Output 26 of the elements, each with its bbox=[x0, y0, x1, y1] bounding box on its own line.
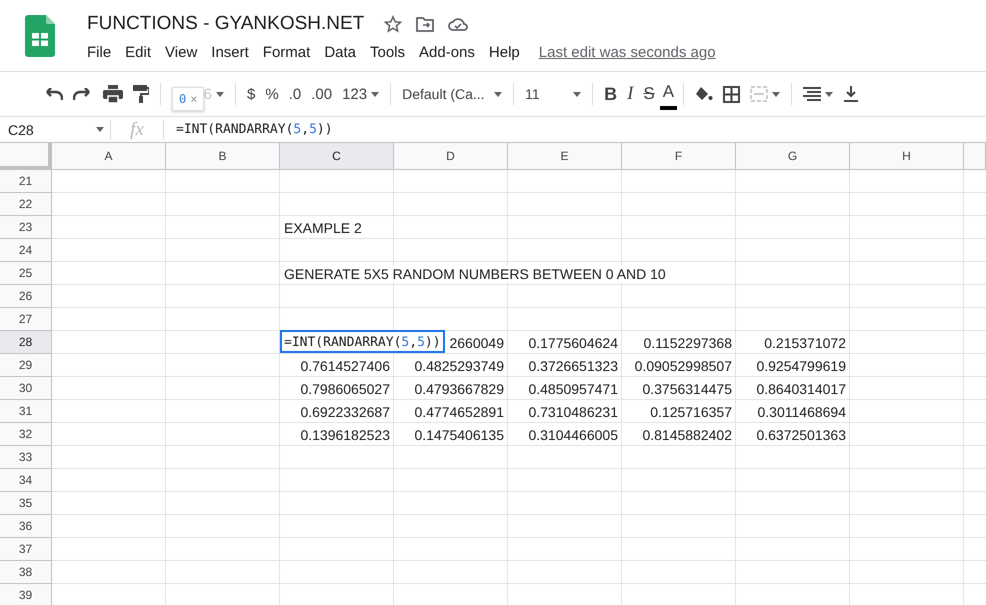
cell-value: 0.3726651323 bbox=[528, 358, 618, 374]
cell-value: 2660049 bbox=[449, 334, 504, 350]
cell-value: 0.1152297368 bbox=[644, 334, 732, 350]
fx-label: fx bbox=[110, 120, 164, 140]
cell-value: 0.7614527406 bbox=[300, 358, 390, 374]
cell-value: 0.3756314475 bbox=[642, 380, 732, 396]
cell-value: 0.125716357 bbox=[650, 404, 732, 420]
cell-value: 0.1396182523 bbox=[300, 426, 390, 442]
cell-value: 0.215371072 bbox=[764, 334, 846, 350]
cell-value: 0.9254799619 bbox=[756, 358, 846, 374]
cell-value: 0.4850957471 bbox=[528, 380, 618, 396]
cell-value: 0.3104466005 bbox=[528, 426, 618, 442]
cell-value: 0.1475406135 bbox=[414, 426, 504, 442]
cell-value: 0.3011468694 bbox=[758, 404, 846, 420]
cell-value: 0.7986065027 bbox=[300, 380, 390, 396]
cell-value: 0.6372501363 bbox=[756, 426, 846, 442]
cell-value: 0.4774652891 bbox=[414, 404, 504, 420]
cell-value: 0.09052998507 bbox=[634, 358, 732, 374]
cell-value: 0.8145882402 bbox=[642, 426, 732, 442]
cell-value: 0.4793667829 bbox=[414, 380, 504, 396]
cell-value: 0.4825293749 bbox=[414, 358, 504, 374]
cell-value: 0.1775604624 bbox=[528, 334, 618, 350]
cell-value: 0.8640314017 bbox=[756, 380, 846, 396]
cell-value: 0.7310486231 bbox=[528, 404, 618, 420]
cell-value: 0.6922332687 bbox=[300, 404, 390, 420]
tooltip: 0 × bbox=[172, 87, 204, 111]
